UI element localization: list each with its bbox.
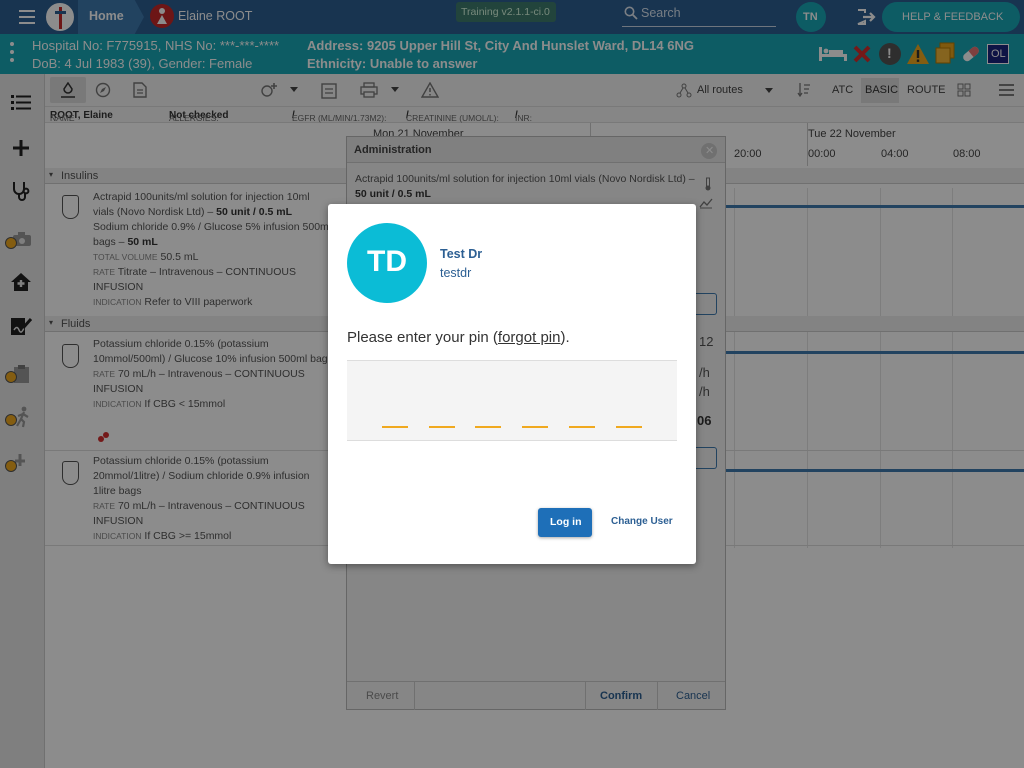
login-button[interactable]: Log in <box>538 508 592 537</box>
pin-digit-slot[interactable] <box>522 426 548 428</box>
user-display-name: Test Dr <box>440 247 483 261</box>
pin-input[interactable] <box>347 360 677 441</box>
pin-digit-slot[interactable] <box>382 426 408 428</box>
pin-digit-slot[interactable] <box>475 426 501 428</box>
pin-digit-slot[interactable] <box>569 426 595 428</box>
pin-dialog: TD Test Dr testdr Please enter your pin … <box>328 204 696 564</box>
pin-digit-slot[interactable] <box>616 426 642 428</box>
pin-digit-slot[interactable] <box>429 426 455 428</box>
change-user-button[interactable]: Change User <box>611 516 673 527</box>
avatar: TD <box>347 223 427 303</box>
pin-prompt: Please enter your pin (forgot pin). <box>347 329 570 346</box>
forgot-pin-link[interactable]: forgot pin <box>498 329 561 346</box>
username: testdr <box>440 266 472 280</box>
